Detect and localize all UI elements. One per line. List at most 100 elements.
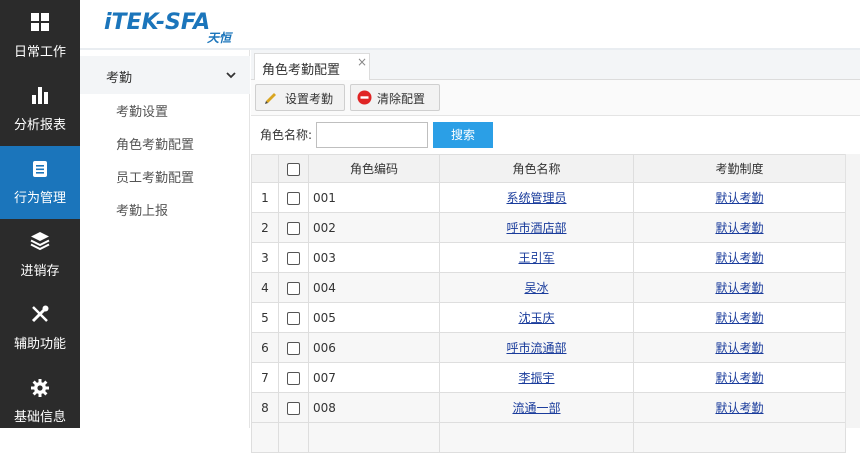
attendance-policy-cell: 默认考勤: [633, 272, 846, 303]
attendance-policy-cell: 默认考勤: [633, 182, 846, 213]
role-name-link[interactable]: 王引军: [518, 251, 554, 265]
role-code-cell: 001: [308, 182, 440, 213]
attendance-policy-cell: 默认考勤: [633, 392, 846, 423]
table-row[interactable]: 6 006 呼市流通部 默认考勤: [251, 332, 846, 363]
table-row[interactable]: 5 005 沈玉庆 默认考勤: [251, 302, 846, 333]
set-attendance-button[interactable]: 设置考勤: [255, 84, 345, 111]
select-all-checkbox[interactable]: [287, 162, 300, 176]
attendance-policy-link[interactable]: 默认考勤: [715, 311, 763, 325]
submenu-item-attendance-settings[interactable]: 考勤设置: [116, 101, 168, 120]
attendance-policy-cell: 默认考勤: [633, 212, 846, 243]
role-name-link[interactable]: 流通一部: [512, 401, 560, 415]
nav-item-inventory[interactable]: 进销存: [0, 219, 80, 292]
tab-role-attendance-config[interactable]: 角色考勤配置 ×: [254, 53, 370, 81]
nav-item-analysis-reports[interactable]: 分析报表: [0, 73, 80, 146]
toolbar: 设置考勤 清除配置: [251, 80, 860, 116]
role-name-label: 角色名称:: [260, 128, 313, 142]
row-checkbox-cell: [278, 302, 309, 333]
row-checkbox[interactable]: [287, 371, 300, 385]
search-button[interactable]: 搜索: [433, 122, 493, 148]
attendance-policy-link[interactable]: 默认考勤: [715, 281, 763, 295]
row-checkbox-cell: [278, 332, 309, 363]
attendance-policy-link[interactable]: 默认考勤: [715, 401, 763, 415]
nav-item-basic-info[interactable]: 基础信息: [0, 365, 80, 438]
row-number: 7: [251, 362, 279, 393]
minus-circle-icon: [357, 90, 372, 105]
row-checkbox[interactable]: [287, 401, 300, 415]
close-icon[interactable]: ×: [357, 55, 367, 69]
table-row[interactable]: 8 008 流通一部 默认考勤: [251, 392, 846, 423]
role-name-cell: 吴冰: [439, 272, 634, 303]
role-code-cell: 007: [308, 362, 440, 393]
column-header-attendance-policy[interactable]: 考勤制度: [633, 154, 846, 183]
table-row[interactable]: 2 002 呼市酒店部 默认考勤: [251, 212, 846, 243]
set-attendance-label: 设置考勤: [285, 92, 334, 106]
gear-icon: [31, 379, 49, 397]
nav-label: 进销存: [20, 264, 60, 279]
row-checkbox[interactable]: [287, 341, 300, 355]
nav-label: 日常工作: [13, 45, 66, 60]
table-row[interactable]: 3 003 王引军 默认考勤: [251, 242, 846, 273]
vertical-scrollbar[interactable]: [845, 154, 860, 428]
row-number: 1: [251, 182, 279, 213]
role-name-input[interactable]: [316, 122, 428, 148]
table-row[interactable]: 4 004 吴冰 默认考勤: [251, 272, 846, 303]
nav-item-auxiliary[interactable]: 辅助功能: [0, 292, 80, 365]
row-checkbox[interactable]: [287, 281, 300, 295]
attendance-policy-cell: [633, 422, 846, 453]
nav-label: 分析报表: [13, 118, 66, 133]
row-checkbox[interactable]: [287, 221, 300, 235]
document-icon: [33, 161, 47, 177]
nav-label: 辅助功能: [13, 337, 66, 352]
column-header-role-name[interactable]: 角色名称: [439, 154, 634, 183]
nav-label: 基础信息: [13, 410, 66, 425]
nav-item-daily-work[interactable]: 日常工作: [0, 0, 80, 73]
row-checkbox[interactable]: [287, 251, 300, 265]
row-number: 8: [251, 392, 279, 423]
role-name-cell: 王引军: [439, 242, 634, 273]
role-code-cell: 006: [308, 332, 440, 363]
svg-text:iTEK-SFA: iTEK-SFA: [104, 10, 210, 35]
row-number: [251, 422, 279, 453]
row-number: 5: [251, 302, 279, 333]
submenu-item-role-attendance-config[interactable]: 角色考勤配置: [116, 134, 194, 153]
sub-menu: 考勤 考勤设置 角色考勤配置 员工考勤配置 考勤上报: [80, 50, 250, 428]
role-name-link[interactable]: 吴冰: [524, 281, 548, 295]
attendance-policy-link[interactable]: 默认考勤: [715, 191, 763, 205]
submenu-item-attendance-report[interactable]: 考勤上报: [116, 200, 168, 219]
row-checkbox[interactable]: [287, 191, 300, 205]
nav-item-behavior-management[interactable]: 行为管理: [0, 146, 80, 219]
row-number: 2: [251, 212, 279, 243]
table-header-row: 角色编码 角色名称 考勤制度: [251, 154, 846, 183]
role-name-cell: 呼市酒店部: [439, 212, 634, 243]
attendance-policy-cell: 默认考勤: [633, 332, 846, 363]
column-header-role-code[interactable]: 角色编码: [308, 154, 440, 183]
role-name-cell: [439, 422, 634, 453]
attendance-policy-link[interactable]: 默认考勤: [715, 341, 763, 355]
role-code-cell: 004: [308, 272, 440, 303]
role-name-link[interactable]: 呼市酒店部: [506, 221, 566, 235]
clear-config-button[interactable]: 清除配置: [350, 84, 440, 111]
role-name-link[interactable]: 呼市流通部: [506, 341, 566, 355]
table-row[interactable]: 7 007 李振宇 默认考勤: [251, 362, 846, 393]
row-checkbox[interactable]: [287, 311, 300, 325]
tab-label: 角色考勤配置: [262, 63, 341, 78]
submenu-group-attendance[interactable]: 考勤: [80, 56, 250, 94]
row-number-header: [251, 154, 279, 183]
role-name-link[interactable]: 李振宇: [518, 371, 554, 385]
submenu-item-staff-attendance-config[interactable]: 员工考勤配置: [116, 167, 194, 186]
role-name-link[interactable]: 系统管理员: [506, 191, 566, 205]
attendance-policy-cell: 默认考勤: [633, 242, 846, 273]
role-attendance-table: 角色编码 角色名称 考勤制度 1 001 系统管理员 默认考勤 2 002 呼市酒店部 默认考…: [251, 154, 846, 453]
attendance-policy-link[interactable]: 默认考勤: [715, 251, 763, 265]
bar-chart-icon: [32, 87, 48, 104]
attendance-policy-link[interactable]: 默认考勤: [715, 371, 763, 385]
pencil-icon: [265, 93, 276, 104]
row-checkbox-cell: [278, 392, 309, 423]
role-name-cell: 流通一部: [439, 392, 634, 423]
role-name-link[interactable]: 沈玉庆: [518, 311, 554, 325]
role-name-cell: 沈玉庆: [439, 302, 634, 333]
role-name-cell: 李振宇: [439, 362, 634, 393]
attendance-policy-link[interactable]: 默认考勤: [715, 221, 763, 235]
table-row[interactable]: 1 001 系统管理员 默认考勤: [251, 182, 846, 213]
